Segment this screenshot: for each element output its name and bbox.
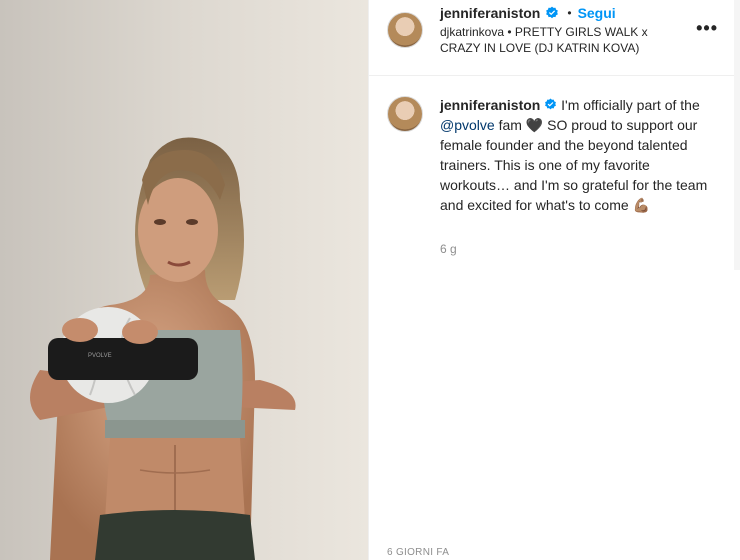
post-side-panel: jenniferaniston • Segui djkatrinkova • P… <box>369 0 740 560</box>
audio-track-link[interactable]: djkatrinkova • PRETTY GIRLS WALK x CRAZY… <box>440 24 670 56</box>
ring-brand-label: PVOLVE <box>88 353 112 359</box>
more-options-icon[interactable]: ••• <box>696 18 718 39</box>
caption-text: jenniferaniston I'm officially part of t… <box>440 95 715 215</box>
post-media[interactable]: PVOLVE <box>0 0 368 560</box>
verified-badge-icon <box>545 98 557 110</box>
post-header: jenniferaniston • Segui djkatrinkova • P… <box>369 0 740 76</box>
follow-button[interactable]: Segui <box>578 5 616 21</box>
caption-timestamp[interactable]: 6 g <box>440 242 457 256</box>
caption-body-start: I'm officially part of the <box>557 97 700 113</box>
post-date[interactable]: 6 GIORNI FA <box>387 547 449 558</box>
avatar[interactable] <box>387 96 423 132</box>
header-username[interactable]: jenniferaniston <box>440 5 540 21</box>
caption-username[interactable]: jenniferaniston <box>440 97 540 113</box>
mention-link[interactable]: @pvolve <box>440 117 495 133</box>
separator-dot: • <box>567 6 572 20</box>
avatar[interactable] <box>387 12 423 48</box>
verified-badge-icon <box>546 6 559 19</box>
scrollbar[interactable] <box>734 0 740 270</box>
post-photo: PVOLVE <box>0 0 368 560</box>
